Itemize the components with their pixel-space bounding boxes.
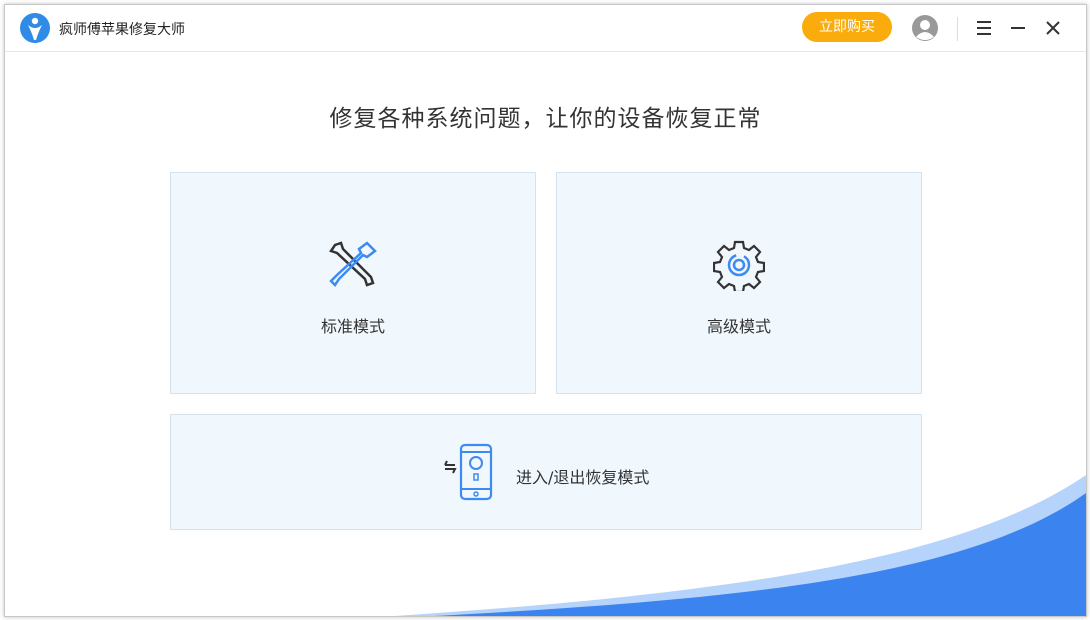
standard-mode-label: 标准模式 xyxy=(171,313,535,337)
app-title: 疯师傅苹果修复大师 xyxy=(59,19,185,39)
advanced-mode-card[interactable]: 高级模式 xyxy=(556,172,922,394)
recovery-mode-label: 进入/退出恢复模式 xyxy=(516,464,649,488)
buy-now-button[interactable]: 立即购买 xyxy=(802,12,892,42)
phone-recovery-icon xyxy=(443,443,495,501)
recovery-mode-card[interactable]: 进入/退出恢复模式 xyxy=(170,414,922,530)
menu-icon[interactable] xyxy=(972,16,996,40)
minimize-icon[interactable] xyxy=(1006,16,1030,40)
title-bar: 疯师傅苹果修复大师 立即购买 xyxy=(5,5,1086,52)
page-headline: 修复各种系统问题，让你的设备恢复正常 xyxy=(5,99,1086,133)
tools-icon xyxy=(327,239,379,291)
user-avatar-icon[interactable] xyxy=(912,15,938,41)
app-logo-icon xyxy=(20,13,50,43)
app-window: 疯师傅苹果修复大师 立即购买 修复各种系统问题，让你的设备恢复正常 标准模式 高… xyxy=(4,4,1087,617)
standard-mode-card[interactable]: 标准模式 xyxy=(170,172,536,394)
close-icon[interactable] xyxy=(1041,16,1065,40)
divider xyxy=(957,17,958,41)
advanced-mode-label: 高级模式 xyxy=(557,313,921,337)
gear-icon xyxy=(713,239,765,291)
